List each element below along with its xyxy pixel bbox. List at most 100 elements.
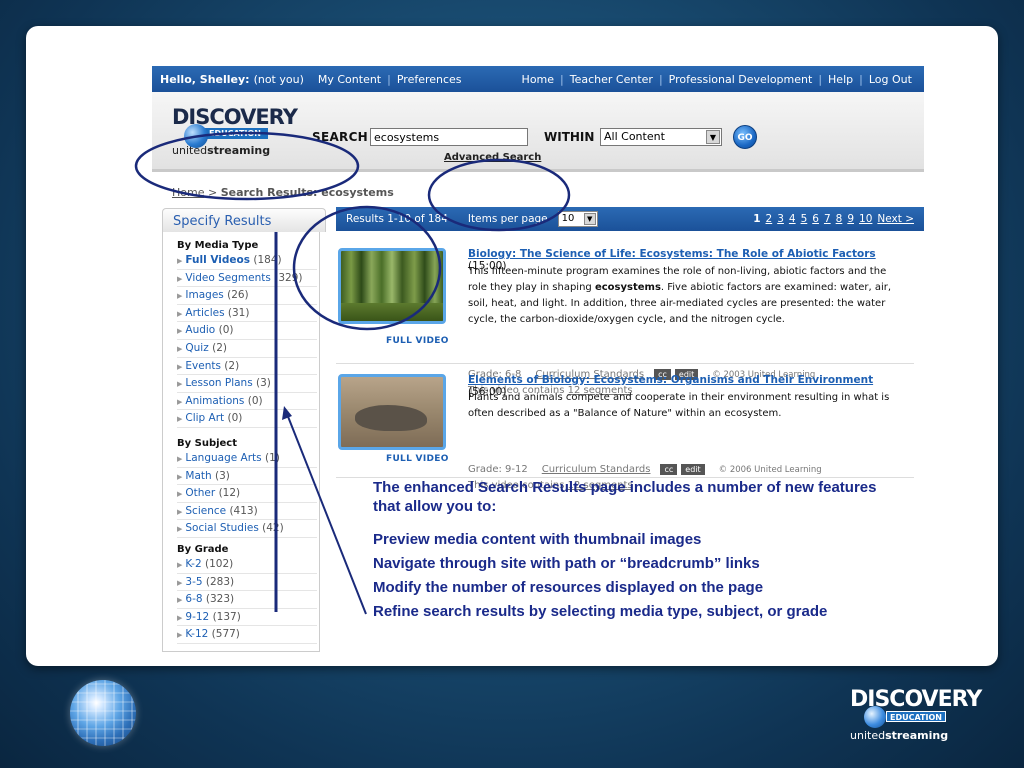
result-description: Plants and animals compete and cooperate… (468, 392, 890, 419)
annotation-feature: Refine search results by selecting media… (373, 603, 828, 620)
filter-item-video-segments[interactable]: ▶ Video Segments (329) (177, 270, 317, 288)
filter-item-9-12[interactable]: ▶ 9-12 (137) (177, 609, 317, 627)
page-link[interactable]: 9 (847, 213, 854, 225)
results-bar: Results 1-10 of 184 Items per page 10 ▼ … (336, 207, 924, 231)
filter-item-social-studies[interactable]: ▶ Social Studies (42) (177, 520, 317, 538)
annotation-text: The enhanced Search Results page include… (373, 478, 903, 624)
curriculum-standards-link[interactable]: Curriculum Standards (542, 464, 651, 475)
arrow-right-icon: ▶ (177, 309, 183, 318)
arrow-right-icon: ▶ (177, 613, 183, 622)
arrow-right-icon: ▶ (177, 578, 183, 587)
result-title-link[interactable]: Elements of Biology: Ecosystems: Organis… (468, 374, 873, 386)
page-link[interactable]: 10 (859, 213, 872, 225)
site-header: DISCOVERY EDUCATION unitedstreaming SEAR… (152, 92, 924, 172)
within-label: WITHIN (544, 130, 595, 144)
arrow-right-icon: ▶ (177, 507, 183, 516)
next-page-link[interactable]: Next > (877, 213, 914, 225)
within-select[interactable]: All Content ▼ (600, 128, 722, 146)
nav-my-content[interactable]: My Content (318, 73, 381, 86)
filter-item-quiz[interactable]: ▶ Quiz (2) (177, 340, 317, 358)
filter-item-clip-art[interactable]: ▶ Clip Art (0) (177, 410, 317, 428)
arrow-right-icon: ▶ (177, 415, 183, 424)
discovery-education-logo[interactable]: DISCOVERY EDUCATION unitedstreaming (172, 106, 298, 157)
nav-professional-development[interactable]: Professional Development (669, 73, 813, 86)
page-link[interactable]: 7 (824, 213, 831, 225)
copyright: © 2006 United Learning (718, 464, 822, 475)
arrow-right-icon: ▶ (177, 472, 183, 481)
filter-item-lesson-plans[interactable]: ▶ Lesson Plans (3) (177, 375, 317, 393)
filter-item-images[interactable]: ▶ Images (26) (177, 287, 317, 305)
globe-icon (864, 706, 886, 728)
result-description: This fifteen-minute program examines the… (468, 266, 892, 325)
advanced-search-link[interactable]: Advanced Search (444, 152, 541, 163)
filter-item-k-2[interactable]: ▶ K-2 (102) (177, 556, 317, 574)
filter-sidebar: By Media Type ▶ Full Videos (184) ▶ Video … (162, 232, 320, 652)
page-link[interactable]: 1 (753, 213, 760, 225)
dropdown-arrow-icon: ▼ (706, 130, 720, 144)
arrow-right-icon: ▶ (177, 490, 183, 499)
arrow-right-icon: ▶ (177, 454, 183, 463)
page-link[interactable]: 2 (766, 213, 773, 225)
nav-log-out[interactable]: Log Out (869, 73, 912, 86)
annotation-feature: Preview media content with thumbnail ima… (373, 531, 702, 548)
filter-item-language-arts[interactable]: ▶ Language Arts (1) (177, 450, 317, 468)
breadcrumb-current: Search Results: ecosystems (220, 186, 394, 199)
specify-results-title: Specify Results (162, 208, 326, 232)
page-link[interactable]: 6 (812, 213, 819, 225)
result-meta: Grade: 9-12 Curriculum Standards cc edit… (468, 464, 822, 475)
filter-item-other[interactable]: ▶ Other (12) (177, 485, 317, 503)
annotation-intro: The enhanced Search Results page include… (373, 479, 877, 515)
not-you-link[interactable]: (not you) (254, 73, 304, 86)
arrow-right-icon: ▶ (177, 380, 183, 389)
filter-item-science[interactable]: ▶ Science (413) (177, 503, 317, 521)
items-per-page-select[interactable]: 10 ▼ (557, 211, 598, 227)
result-title-link[interactable]: Biology: The Science of Life: Ecosystems… (468, 248, 876, 260)
breadcrumb-home[interactable]: Home (172, 186, 204, 199)
full-video-badge[interactable]: FULL VIDEO (386, 336, 449, 346)
page-link[interactable]: 3 (777, 213, 784, 225)
arrow-right-icon: ▶ (177, 327, 183, 336)
arrow-right-icon: ▶ (177, 274, 183, 283)
globe-logo-icon (70, 680, 136, 746)
result-item: FULL VIDEO Biology: The Science of Life:… (336, 244, 914, 396)
go-button[interactable]: GO (733, 125, 757, 149)
result-thumbnail[interactable] (338, 248, 446, 324)
edit-button[interactable]: edit (681, 464, 705, 475)
arrow-right-icon: ▶ (177, 525, 183, 534)
arrow-right-icon: ▶ (177, 257, 183, 265)
results-summary: Results 1-10 of 184 (346, 213, 448, 225)
nav-teacher-center[interactable]: Teacher Center (570, 73, 653, 86)
nav-help[interactable]: Help (828, 73, 853, 86)
nav-preferences[interactable]: Preferences (397, 73, 462, 86)
filter-item-animations[interactable]: ▶ Animations (0) (177, 393, 317, 411)
arrow-right-icon: ▶ (177, 596, 183, 605)
arrow-right-icon: ▶ (177, 362, 183, 371)
filter-group-heading: By Media Type (177, 240, 259, 251)
filter-item-math[interactable]: ▶ Math (3) (177, 468, 317, 486)
filter-group-heading: By Subject (177, 437, 238, 449)
items-per-page-label: Items per page (467, 213, 548, 225)
nav-home[interactable]: Home (522, 73, 554, 86)
footer-discovery-logo: DISCOVERY EDUCATION unitedstreaming (850, 687, 982, 742)
page-link[interactable]: 4 (789, 213, 796, 225)
result-grade: Grade: 9-12 (468, 464, 528, 475)
full-video-badge[interactable]: FULL VIDEO (386, 454, 449, 464)
result-item: FULL VIDEO Elements of Biology: Ecosyste… (336, 370, 914, 491)
search-input[interactable] (370, 128, 528, 146)
filter-item-k-12[interactable]: ▶ K-12 (577) (177, 626, 317, 644)
filter-item-3-5[interactable]: ▶ 3-5 (283) (177, 574, 317, 592)
cc-button[interactable]: cc (660, 464, 678, 475)
arrow-right-icon: ▶ (177, 560, 183, 569)
page-link[interactable]: 8 (836, 213, 843, 225)
page-link[interactable]: 5 (801, 213, 808, 225)
arrow-right-icon: ▶ (177, 397, 183, 406)
breadcrumb: Home > Search Results: ecosystems (172, 186, 394, 199)
result-thumbnail[interactable] (338, 374, 446, 450)
greeting: Hello, Shelley: (160, 72, 250, 86)
filter-item-audio[interactable]: ▶ Audio (0) (177, 322, 317, 340)
filter-item-articles[interactable]: ▶ Articles (31) (177, 305, 317, 323)
filter-item-events[interactable]: ▶ Events (2) (177, 358, 317, 376)
arrow-right-icon: ▶ (177, 344, 183, 353)
filter-item-6-8[interactable]: ▶ 6-8 (323) (177, 591, 317, 609)
filter-item-full-videos[interactable]: ▶ Full Videos (184) (177, 252, 317, 270)
